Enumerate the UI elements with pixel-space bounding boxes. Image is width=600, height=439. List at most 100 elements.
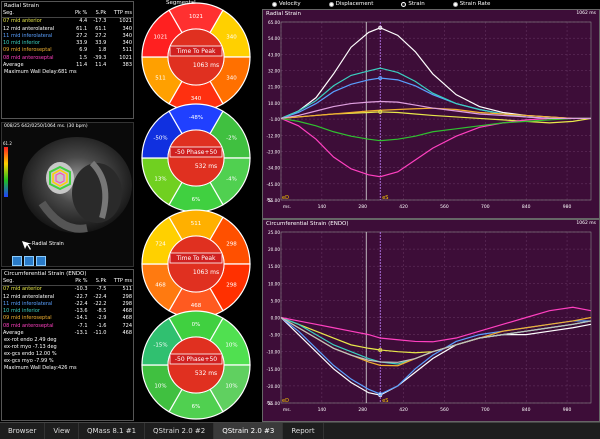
- table-cell-label: 10 mid inferior: [3, 40, 40, 47]
- table-cell-pk: 33.9: [76, 40, 88, 47]
- segment-ring[interactable]: 511 298 298 468 468 724 Time To Peak 1063 ms: [141, 209, 251, 319]
- table-row[interactable]: 09 mid inferoseptal -14.1 -2.9 468: [2, 315, 133, 322]
- segment-ring[interactable]: 0% 10% 10% 6% 10% -15% -50 Phase+50 532 ms: [141, 310, 251, 420]
- tab-qmass-8-1-1[interactable]: QMass 8.1 #1: [79, 423, 146, 439]
- table-cell-ttp: 468: [122, 315, 132, 322]
- ring-center-value: 1063 ms: [193, 62, 219, 69]
- ring-segment-value: 6%: [192, 197, 201, 203]
- table-row[interactable]: 12 mid anterolateral 61.1 61.1 340: [2, 26, 133, 33]
- ring-segment-value: 13%: [154, 177, 166, 183]
- segmental-title-text: Segmental: [166, 0, 196, 6]
- table-row[interactable]: Average -13.1 -11.0 468: [2, 330, 133, 337]
- radio-label: Strain: [408, 1, 425, 7]
- y-tick-label: 20.00: [268, 247, 280, 252]
- x-tick-label: 560: [440, 407, 449, 413]
- step-forward-icon[interactable]: [36, 256, 46, 266]
- x-tick-label: 560: [440, 204, 449, 210]
- table-row[interactable]: 11 mid inferolateral -22.4 -22.2 298: [2, 301, 133, 308]
- table-cell-label: 09 mid inferoseptal: [3, 47, 52, 54]
- table-cell-pk: 61.1: [76, 25, 88, 32]
- chart-duration-label: 1062 ms: [576, 221, 596, 226]
- radial-strain-plot[interactable]: 65.00 54.00 43.00 32.00 21.00 10.00 -1.00 -12.0…: [263, 10, 599, 218]
- chart-duration-label: 1062 ms: [576, 11, 596, 16]
- radio-displacement[interactable]: Displacement: [328, 0, 373, 8]
- tab-qstrain-2-0-3[interactable]: QStrain 2.0 #3: [214, 423, 284, 439]
- y-tick-label: -1.00: [269, 117, 280, 122]
- tab-browser[interactable]: Browser: [0, 423, 46, 439]
- table-cell-label: Average: [3, 62, 24, 69]
- ed-marker-label: eD: [282, 195, 289, 201]
- col-header: Pk %: [70, 10, 89, 19]
- table-row[interactable]: Average 11.4 11.4 383: [2, 62, 133, 69]
- y-tick-label: 54.00: [268, 36, 280, 41]
- y-tick-label: 21.00: [268, 85, 280, 90]
- radio-strain[interactable]: Strain: [401, 0, 425, 8]
- table-cell-label: 12 mid anterolateral: [3, 293, 55, 300]
- ring-center-label: -50 Phase+50: [175, 149, 217, 156]
- radio-velocity[interactable]: Velocity: [272, 0, 301, 8]
- image-caption: Radial Strain: [32, 241, 64, 247]
- x-tick-label: 140: [318, 407, 327, 413]
- x-tick-label: 700: [481, 407, 490, 413]
- table-cell-spk: 1.8: [98, 47, 107, 54]
- table-row[interactable]: 10 mid inferior 33.9 33.9 340: [2, 40, 133, 47]
- series-line: [280, 316, 592, 354]
- y-tick-label: -15.00: [267, 367, 281, 372]
- circ-strain-plot[interactable]: 25.00 20.00 15.00 10.00 5.00 0.00 -5.00 -10.00 -…: [263, 220, 599, 421]
- circ-table-title: Circumferential Strain (ENDO): [4, 271, 87, 277]
- table-cell-ttp: 340: [122, 40, 132, 47]
- x-tick-label: 280: [358, 204, 367, 210]
- radial-strain-chart: Radial Strain 1062 ms 65.00 54.00 43.00 32.…: [262, 9, 600, 219]
- radio-dot-icon: [328, 1, 334, 7]
- mri-image-view[interactable]: 008/25 642/0250/1064 ms. (30 bpm) 61.2 R…: [1, 122, 134, 267]
- ring-segment-value: 468: [155, 283, 166, 289]
- series-line: [280, 316, 592, 363]
- ring-segment-value: 10%: [225, 343, 237, 349]
- radio-dot-icon: [401, 1, 407, 7]
- ring-segment-value: 468: [191, 303, 202, 309]
- table-cell-spk: -2.9: [96, 315, 107, 322]
- segment-ring[interactable]: -48% -2% -4% 6% 13% -50% -50 Phase+50 532 ms: [141, 103, 251, 213]
- radio-strain-rate[interactable]: Strain Rate: [452, 0, 490, 8]
- table-cell-ttp: 383: [122, 62, 132, 69]
- x-tick-label: 700: [481, 204, 490, 210]
- play-icon[interactable]: [12, 256, 22, 266]
- tab-report[interactable]: Report: [283, 423, 324, 439]
- step-back-icon[interactable]: [24, 256, 34, 266]
- ring-center: [167, 336, 225, 394]
- circ-strain-table: Circumferential Strain (ENDO) Seg. Pk % …: [1, 269, 134, 421]
- tab-view[interactable]: View: [45, 423, 79, 439]
- y-tick-label: -12.00: [267, 133, 281, 138]
- table-cell-ttp: 468: [122, 308, 132, 315]
- ring-segment-value: 340: [191, 96, 202, 102]
- table-row[interactable]: 09 mid inferoseptal 6.9 1.8 511: [2, 47, 133, 54]
- table-cell-spk: -8.5: [96, 308, 107, 315]
- x-tick-label: 280: [358, 407, 367, 413]
- table-row[interactable]: 08 mid anteroseptal 1.5 -39.3 1021: [2, 55, 133, 62]
- ring-center-label: Time To Peak: [175, 255, 216, 262]
- table-row[interactable]: 07 mid anterior -10.3 -7.5 511: [2, 286, 133, 294]
- circ-strain-chart: Circumferential Strain (ENDO) 1062 ms 25…: [262, 219, 600, 422]
- x-tick-label: 140: [318, 204, 327, 210]
- table-row[interactable]: 10 mid inferior -13.6 -8.5 468: [2, 308, 133, 315]
- x-tick-label: ms.: [283, 408, 291, 413]
- ring-center-label: -50 Phase+50: [175, 356, 217, 363]
- table-cell-ttp: 511: [122, 286, 132, 293]
- table-cell-pk: -22.7: [74, 293, 88, 300]
- table-cell-spk: 33.9: [95, 40, 107, 47]
- left-panel: Radial Strain Seg. Pk % S.Pk TTP ms 07 m…: [0, 0, 135, 422]
- ring-center: [167, 129, 225, 187]
- segment-ring[interactable]: 1021 340 340 340 511 1021 Time To Peak 1063 ms: [141, 2, 251, 112]
- table-row[interactable]: 11 mid inferolateral 27.2 27.2 340: [2, 33, 133, 40]
- table-row[interactable]: 08 mid anteroseptal -7.1 -1.6 724: [2, 323, 133, 330]
- table-row[interactable]: 07 mid anterior 4.4 -17.3 1021: [2, 18, 133, 26]
- col-header: Seg.: [2, 10, 70, 19]
- table-cell-spk: 61.1: [95, 25, 107, 32]
- plot-area: [280, 21, 592, 201]
- tab-qstrain-2-0-2[interactable]: QStrain 2.0 #2: [145, 423, 215, 439]
- table-cell-pk: 27.2: [76, 32, 88, 39]
- series-line: [280, 317, 592, 396]
- table-row[interactable]: 12 mid anterolateral -22.7 -22.4 298: [2, 294, 133, 301]
- ed-marker-label: eD: [282, 398, 289, 404]
- col-header: Pk %: [69, 278, 89, 287]
